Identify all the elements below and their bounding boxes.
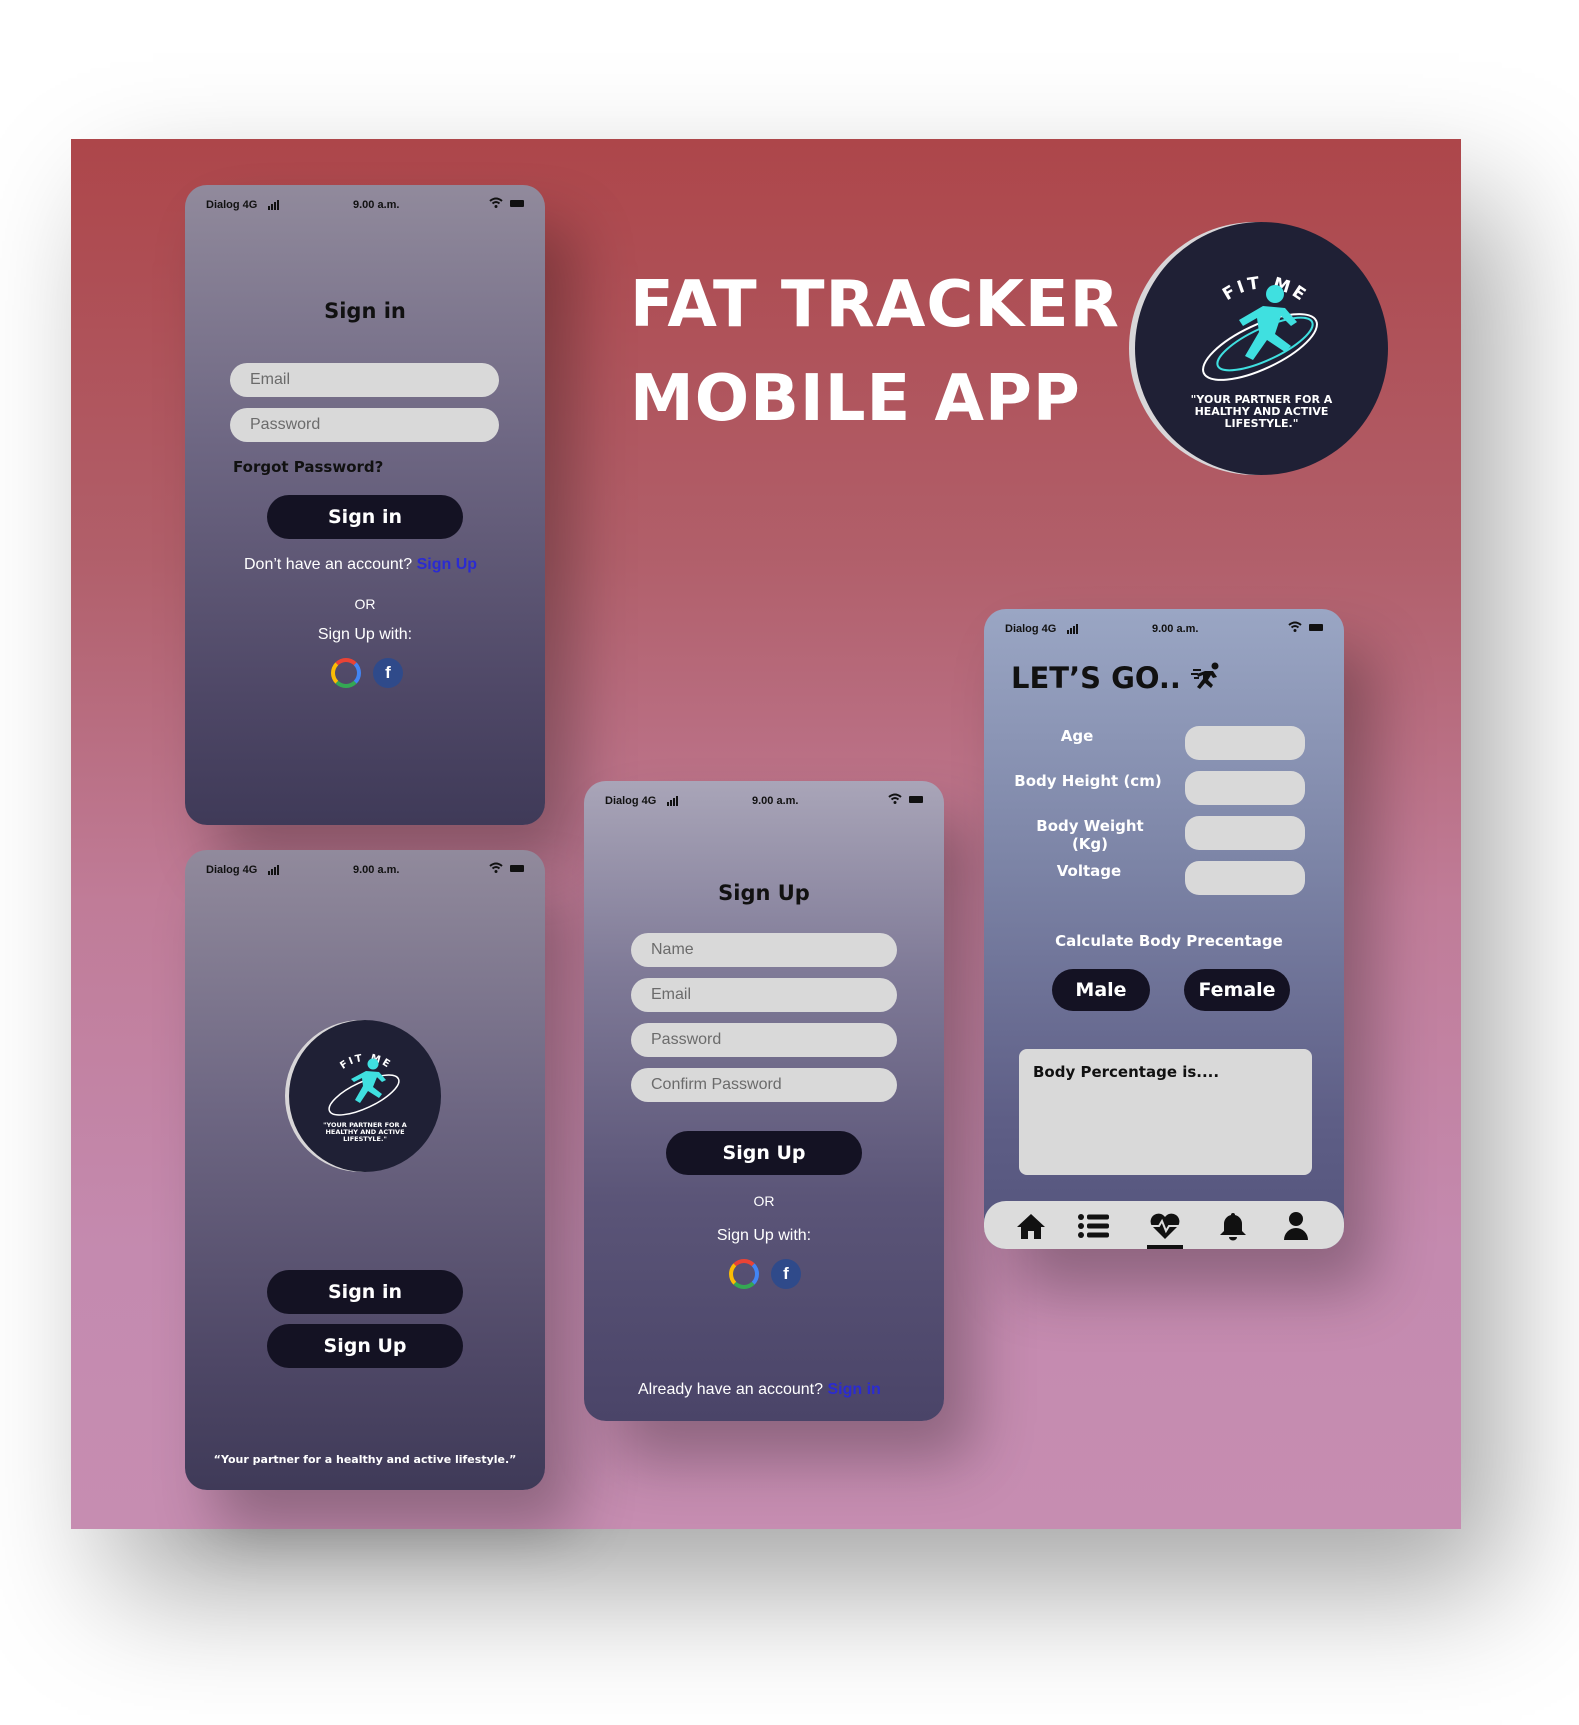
signin-button[interactable]: Sign in [267, 495, 463, 539]
signal-icon [268, 863, 280, 875]
battery-icon [909, 796, 923, 803]
runner-logo-icon: FIT ME [1202, 273, 1318, 381]
google-icon[interactable] [331, 658, 361, 688]
logo-tagline: "YOUR PARTNER FOR A HEALTHY AND ACTIVE L… [323, 1121, 407, 1143]
signup-screen: Dialog 4G 9.00 a.m. Sign Up Name Email P… [584, 781, 944, 1421]
battery-icon [1309, 624, 1323, 631]
password-field[interactable]: Password [631, 1023, 897, 1057]
footer-quote: “Your partner for a healthy and active l… [213, 1453, 517, 1466]
signal-icon [1067, 622, 1079, 634]
splash-signup-button[interactable]: Sign Up [267, 1324, 463, 1368]
signup-title: Sign Up [718, 881, 810, 905]
splash-signin-button[interactable]: Sign in [267, 1270, 463, 1314]
male-button[interactable]: Male [1052, 969, 1150, 1011]
voltage-label: Voltage [1056, 862, 1122, 880]
name-field[interactable]: Name [631, 933, 897, 967]
splash-logo: FIT ME "YOUR PARTNER FOR A HEALTHY AND A… [289, 1020, 441, 1172]
no-account-text: Don’t have an account? Sign Up [244, 556, 477, 574]
signal-icon [268, 198, 280, 210]
already-account-text: Already have an account? Sign in [638, 1381, 881, 1399]
headline-line1: FAT TRACKER [630, 268, 1120, 342]
voltage-input[interactable] [1185, 861, 1305, 895]
password-field[interactable]: Password [230, 408, 499, 442]
list-icon[interactable] [1077, 1209, 1111, 1243]
forgot-password-link[interactable]: Forgot Password? [233, 458, 383, 476]
sprint-icon [1191, 662, 1219, 689]
height-input[interactable] [1185, 771, 1305, 805]
carrier-label: Dialog 4G [206, 199, 258, 211]
clock: 9.00 a.m. [1152, 623, 1199, 635]
status-bar: Dialog 4G 9.00 a.m. [584, 781, 944, 821]
carrier-label: Dialog 4G [206, 864, 258, 876]
wifi-icon [489, 862, 503, 876]
confirm-password-field[interactable]: Confirm Password [631, 1068, 897, 1102]
svg-text:FIT ME: FIT ME [1219, 273, 1311, 307]
bottom-nav [984, 1201, 1344, 1249]
signup-with-label: Sign Up with: [317, 626, 413, 643]
logo-tagline: "YOUR PARTNER FOR A HEALTHY AND ACTIVE L… [1190, 393, 1333, 430]
height-label: Body Height (cm) [1014, 772, 1162, 790]
facebook-icon[interactable]: f [771, 1259, 801, 1289]
signup-with-label: Sign Up with: [716, 1227, 812, 1244]
home-icon[interactable] [1014, 1209, 1048, 1243]
result-panel: Body Percentage is.... [1019, 1049, 1312, 1175]
status-bar: Dialog 4G 9.00 a.m. [185, 185, 545, 225]
signin-link[interactable]: Sign in [827, 1381, 880, 1398]
email-field[interactable]: Email [230, 363, 499, 397]
splash-screen: Dialog 4G 9.00 a.m. FIT ME "YOUR PARTNER… [185, 850, 545, 1490]
google-icon[interactable] [729, 1259, 759, 1289]
or-divider: OR [753, 1193, 775, 1209]
signup-link[interactable]: Sign Up [417, 556, 477, 573]
clock: 9.00 a.m. [752, 795, 799, 807]
already-account-label: Already have an account? [638, 1381, 824, 1398]
status-bar: Dialog 4G 9.00 a.m. [984, 609, 1344, 649]
no-account-label: Don’t have an account? [244, 556, 413, 573]
user-icon[interactable] [1279, 1209, 1313, 1243]
carrier-label: Dialog 4G [605, 795, 657, 807]
or-divider: OR [354, 596, 376, 612]
battery-icon [510, 865, 524, 872]
lets-go-label: LET’S GO.. [1011, 661, 1181, 695]
signal-icon [667, 794, 679, 806]
runner-logo-icon: FIT ME [328, 1053, 400, 1116]
email-field[interactable]: Email [631, 978, 897, 1012]
age-label: Age [1060, 727, 1094, 745]
bell-icon[interactable] [1216, 1209, 1250, 1243]
wifi-icon [1288, 621, 1302, 635]
result-label: Body Percentage is.... [1033, 1063, 1220, 1081]
active-nav-indicator [1147, 1245, 1183, 1249]
wifi-icon [888, 793, 902, 807]
carrier-label: Dialog 4G [1005, 623, 1057, 635]
facebook-icon[interactable]: f [373, 658, 403, 688]
fit-me-logo: FIT ME "YOUR PARTNER FOR A HEALTHY AND A… [1135, 222, 1388, 475]
age-input[interactable] [1185, 726, 1305, 760]
headline-line2: MOBILE APP [630, 362, 1081, 436]
lets-go-title: LET’S GO.. [1011, 661, 1223, 695]
calculator-screen: Dialog 4G 9.00 a.m. LET’S GO.. Age Body … [984, 609, 1344, 1249]
weight-input[interactable] [1185, 816, 1305, 850]
female-button[interactable]: Female [1184, 969, 1290, 1011]
status-bar: Dialog 4G 9.00 a.m. [185, 850, 545, 890]
signin-screen: Dialog 4G 9.00 a.m. Sign in Email Passwo… [185, 185, 545, 825]
weight-label: Body Weight (Kg) [1036, 817, 1144, 853]
battery-icon [510, 200, 524, 207]
calculate-label: Calculate Body Precentage [1055, 932, 1283, 950]
signin-title: Sign in [324, 299, 406, 323]
clock: 9.00 a.m. [353, 864, 400, 876]
clock: 9.00 a.m. [353, 199, 400, 211]
signup-button[interactable]: Sign Up [666, 1131, 862, 1175]
heart-pulse-icon[interactable] [1148, 1209, 1182, 1243]
svg-text:FIT ME: FIT ME [338, 1053, 393, 1072]
wifi-icon [489, 197, 503, 211]
